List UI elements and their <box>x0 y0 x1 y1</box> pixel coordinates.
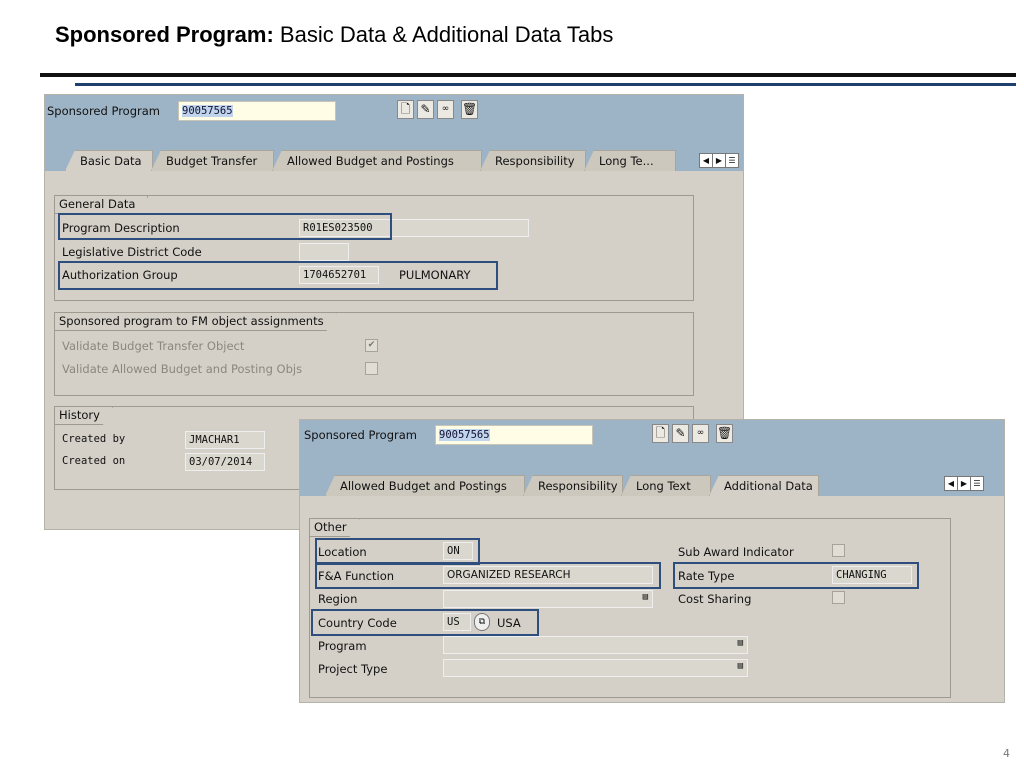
highlight-box <box>315 562 661 589</box>
scroll-left-icon[interactable]: ◀ <box>699 153 713 168</box>
project-type-field[interactable]: ▤ <box>443 659 748 677</box>
tab-budget-transfer[interactable]: Budget Transfer <box>151 150 274 171</box>
edit-icon[interactable]: ✎ <box>672 424 689 443</box>
region-field[interactable]: ▤ <box>443 590 653 608</box>
tab-long-text[interactable]: Long Te... <box>584 150 676 171</box>
page-number: 4 <box>1003 747 1010 760</box>
group-title: General Data <box>55 196 148 214</box>
validate-budget-transfer-label: Validate Budget Transfer Object <box>62 339 245 353</box>
cost-sharing-label: Cost Sharing <box>678 592 752 606</box>
tab-responsibility[interactable]: Responsibility <box>523 475 623 496</box>
tab-long-text[interactable]: Long Text <box>621 475 711 496</box>
tab-allowed-budget[interactable]: Allowed Budget and Postings <box>325 475 525 496</box>
highlight-box <box>673 562 919 589</box>
region-label: Region <box>318 592 358 606</box>
display-icon[interactable]: ∞ <box>692 424 709 443</box>
delete-icon[interactable]: 🗑 <box>461 100 478 119</box>
highlight-box <box>58 213 392 240</box>
tab-additional-data[interactable]: Additional Data <box>709 475 819 496</box>
display-icon[interactable]: ∞ <box>437 100 454 119</box>
new-icon[interactable]: 🗋 <box>397 100 414 119</box>
scroll-left-icon[interactable]: ◀ <box>944 476 958 491</box>
tab-allowed-budget[interactable]: Allowed Budget and Postings <box>272 150 482 171</box>
sponsored-program-label: Sponsored Program <box>47 104 160 118</box>
created-by-label: Created by <box>62 433 126 445</box>
created-on-field: 03/07/2014 <box>185 453 265 471</box>
sub-award-checkbox[interactable] <box>832 544 845 557</box>
slide-title: Sponsored Program: Basic Data & Addition… <box>55 22 614 47</box>
validate-budget-transfer-checkbox[interactable]: ✔ <box>365 339 378 352</box>
sponsored-program-input[interactable]: 90057565 <box>178 101 336 121</box>
created-on-label: Created on <box>62 455 126 467</box>
fm-assignment-group: Sponsored program to FM object assignmen… <box>54 312 694 396</box>
validate-allowed-budget-checkbox[interactable] <box>365 362 378 375</box>
legislative-district-label: Legislative District Code <box>62 245 202 259</box>
scroll-right-icon[interactable]: ▶ <box>712 153 726 168</box>
group-title: Sponsored program to FM object assignmen… <box>55 313 337 331</box>
additional-data-window: Sponsored Program 90057565 🗋 ✎ ∞ 🗑 Allow… <box>299 419 1005 703</box>
created-by-field: JMACHAR1 <box>185 431 265 449</box>
delete-icon[interactable]: 🗑 <box>716 424 733 443</box>
cost-sharing-checkbox[interactable] <box>832 591 845 604</box>
project-type-label: Project Type <box>318 662 388 676</box>
new-icon[interactable]: 🗋 <box>652 424 669 443</box>
scroll-right-icon[interactable]: ▶ <box>957 476 971 491</box>
divider <box>40 73 1016 77</box>
divider <box>75 83 1016 86</box>
sub-award-label: Sub Award Indicator <box>678 545 794 559</box>
program-field[interactable]: ▤ <box>443 636 748 654</box>
legislative-district-field[interactable] <box>299 243 349 261</box>
dropdown-icon[interactable]: ▤ <box>738 638 743 648</box>
program-label: Program <box>318 639 367 653</box>
highlight-box <box>58 261 498 290</box>
tab-list-icon[interactable]: ☰ <box>725 153 739 168</box>
sponsored-program-input[interactable]: 90057565 <box>435 425 593 445</box>
group-title: Other <box>310 519 360 537</box>
tab-responsibility[interactable]: Responsibility <box>480 150 586 171</box>
edit-icon[interactable]: ✎ <box>417 100 434 119</box>
sponsored-program-label: Sponsored Program <box>304 428 417 442</box>
highlight-box <box>315 538 480 565</box>
tab-basic-data[interactable]: Basic Data <box>65 150 153 171</box>
tab-list-icon[interactable]: ☰ <box>970 476 984 491</box>
validate-allowed-budget-label: Validate Allowed Budget and Posting Objs <box>62 362 303 376</box>
highlight-box <box>311 609 539 636</box>
dropdown-icon[interactable]: ▤ <box>738 661 743 671</box>
group-title: History <box>55 407 113 425</box>
dropdown-icon[interactable]: ▤ <box>643 592 648 602</box>
